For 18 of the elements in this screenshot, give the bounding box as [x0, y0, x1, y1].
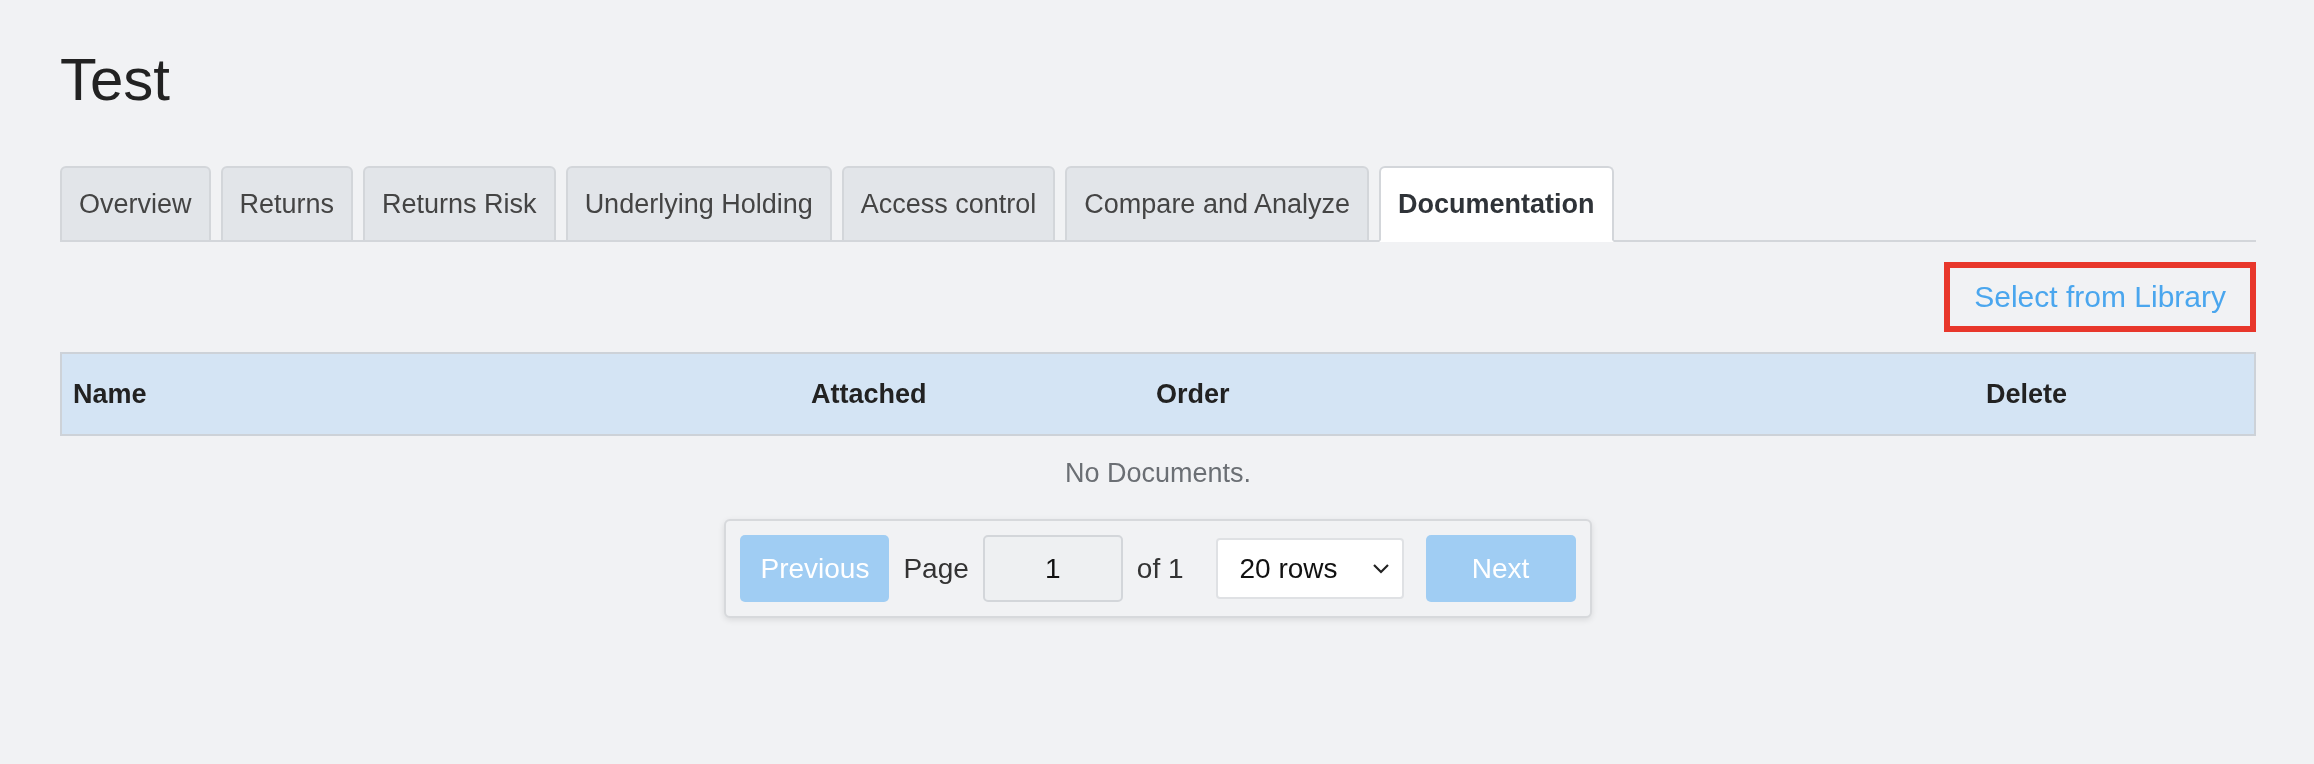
page-count: of 1 — [1136, 552, 1184, 585]
tab[interactable]: Underlying Holding — [565, 166, 832, 242]
page-label: Page — [903, 552, 969, 585]
page-input[interactable]: 1 — [982, 535, 1123, 602]
column-header: Name — [73, 378, 148, 410]
rows-select[interactable]: 20 rows — [1215, 538, 1404, 599]
page-title: Test — [60, 45, 172, 115]
tab[interactable]: Returns Risk — [363, 166, 556, 242]
tab[interactable]: Overview — [60, 166, 211, 242]
chevron-down-icon — [1371, 562, 1390, 575]
column-header: Attached — [811, 378, 928, 410]
tab[interactable]: Documentation — [1379, 166, 1614, 242]
tab[interactable]: Returns — [220, 166, 354, 242]
column-header: Delete — [1986, 378, 2069, 410]
empty-message: No Documents. — [1063, 458, 1253, 489]
tab[interactable]: Access control — [841, 166, 1056, 242]
tab[interactable]: Compare and Analyze — [1065, 166, 1369, 242]
column-header: Order — [1156, 378, 1231, 410]
